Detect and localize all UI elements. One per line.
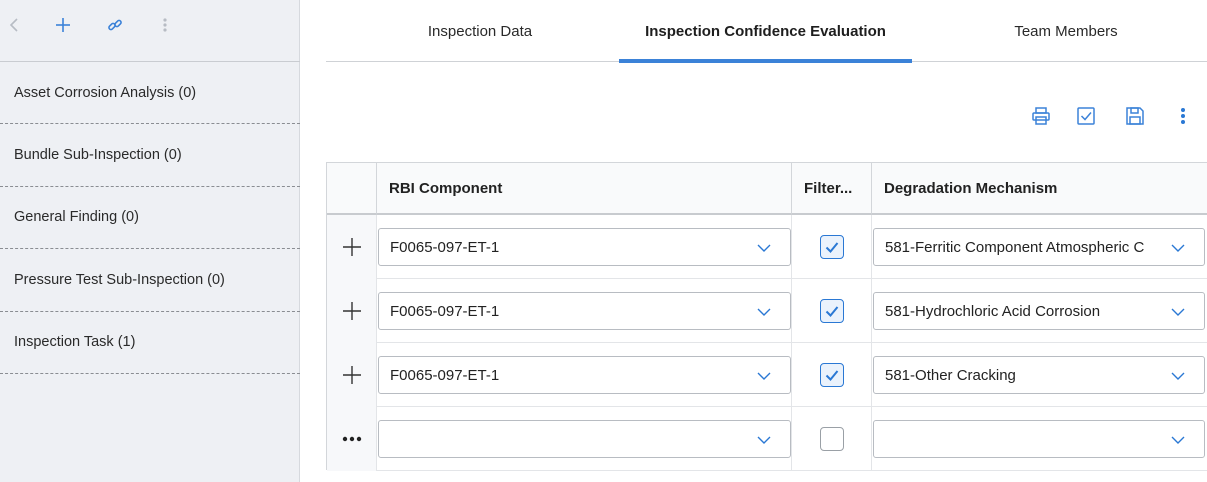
- app-root: Asset Corrosion Analysis (0) Bundle Sub-…: [0, 0, 1207, 482]
- check-button[interactable]: [1074, 104, 1098, 128]
- degradation-mechanism-dropdown[interactable]: 581-Other Cracking: [873, 356, 1205, 394]
- degradation-mechanism-dropdown[interactable]: 581-Hydrochloric Acid Corrosion: [873, 292, 1205, 330]
- data-grid: RBI Component Filter... Degradation Mech…: [326, 162, 1207, 471]
- rbi-component-cell: F0065-097-ET-1: [377, 215, 792, 279]
- rbi-component-dropdown[interactable]: F0065-097-ET-1: [378, 228, 791, 266]
- row-add-cell[interactable]: [327, 279, 377, 343]
- chevron-left-icon: [9, 18, 18, 32]
- checkmark-icon: [825, 306, 838, 317]
- filter-cell: [792, 407, 872, 471]
- checkmark-icon: [825, 370, 838, 381]
- sidebar-item-label: Inspection Task (1): [14, 334, 136, 351]
- horizontal-ellipsis-icon: [342, 436, 361, 442]
- degradation-mechanism-cell: 581-Ferritic Component Atmospheric C: [872, 215, 1207, 279]
- dropdown-value: F0065-097-ET-1: [390, 366, 500, 384]
- add-button[interactable]: [52, 14, 74, 36]
- print-button[interactable]: [1029, 104, 1053, 128]
- filter-cell: [792, 343, 872, 407]
- sidebar-list: Asset Corrosion Analysis (0) Bundle Sub-…: [0, 62, 300, 374]
- link-icon: [108, 19, 122, 31]
- column-header-degradation-mechanism[interactable]: Degradation Mechanism: [872, 163, 1207, 215]
- tab-label: Team Members: [1014, 22, 1118, 40]
- rbi-component-cell: [377, 407, 792, 471]
- column-header-label: RBI Component: [389, 179, 503, 197]
- table-row: F0065-097-ET-1 581-Hydrochloric Acid Cor…: [327, 279, 1207, 343]
- sidebar-item-label: Asset Corrosion Analysis (0): [14, 84, 197, 101]
- row-menu-cell[interactable]: [327, 407, 377, 471]
- column-header-label: Filter...: [804, 179, 853, 197]
- plus-icon: [342, 366, 361, 384]
- checkbox-icon: [1077, 107, 1095, 125]
- sidebar-item-label: General Finding (0): [14, 209, 139, 226]
- sidebar: Asset Corrosion Analysis (0) Bundle Sub-…: [0, 0, 300, 482]
- chevron-down-icon: [1171, 436, 1185, 444]
- chevron-down-icon: [1171, 308, 1185, 316]
- degradation-mechanism-cell: [872, 407, 1207, 471]
- dropdown-value: F0065-097-ET-1: [390, 302, 500, 320]
- column-header-label: Degradation Mechanism: [884, 179, 1058, 197]
- sidebar-item-asset-corrosion-analysis[interactable]: Asset Corrosion Analysis (0): [0, 62, 300, 125]
- tab-inspection-data[interactable]: Inspection Data: [326, 0, 634, 62]
- sidebar-item-label: Pressure Test Sub-Inspection (0): [14, 271, 225, 288]
- tab-bar: Inspection Data Inspection Confidence Ev…: [326, 0, 1207, 63]
- tab-inspection-confidence-evaluation[interactable]: Inspection Confidence Evaluation: [619, 0, 912, 63]
- filter-checkbox[interactable]: [819, 235, 844, 259]
- chevron-down-icon: [757, 436, 771, 444]
- dropdown-value: 581-Hydrochloric Acid Corrosion: [885, 302, 1101, 320]
- plus-icon: [342, 302, 361, 320]
- sidebar-item-pressure-test-sub-inspection[interactable]: Pressure Test Sub-Inspection (0): [0, 249, 300, 312]
- sidebar-item-bundle-sub-inspection[interactable]: Bundle Sub-Inspection (0): [0, 124, 300, 187]
- dropdown-value: 581-Ferritic Component Atmospheric C: [885, 238, 1145, 256]
- column-header-row-actions: [327, 163, 377, 215]
- chevron-down-icon: [757, 244, 771, 252]
- sidebar-toolbar: [0, 0, 300, 62]
- chevron-down-icon: [757, 308, 771, 316]
- checkmark-icon: [825, 242, 838, 253]
- degradation-mechanism-cell: 581-Hydrochloric Acid Corrosion: [872, 279, 1207, 343]
- main-panel: Inspection Data Inspection Confidence Ev…: [301, 0, 1207, 482]
- tab-label: Inspection Confidence Evaluation: [645, 22, 886, 40]
- degradation-mechanism-dropdown[interactable]: 581-Ferritic Component Atmospheric C: [873, 228, 1205, 266]
- plus-icon: [56, 18, 70, 32]
- more-button[interactable]: [154, 14, 176, 36]
- sidebar-item-general-finding[interactable]: General Finding (0): [0, 187, 300, 250]
- print-icon: [1032, 107, 1050, 125]
- row-add-cell[interactable]: [327, 343, 377, 407]
- filter-checkbox[interactable]: [819, 363, 844, 387]
- table-row-new: [327, 407, 1207, 471]
- back-button[interactable]: [3, 14, 25, 36]
- plus-icon: [342, 238, 361, 256]
- more-actions-button[interactable]: [1171, 104, 1195, 128]
- sidebar-item-label: Bundle Sub-Inspection (0): [14, 147, 182, 164]
- tab-team-members[interactable]: Team Members: [926, 0, 1206, 62]
- column-header-rbi-component[interactable]: RBI Component: [377, 163, 792, 215]
- chevron-down-icon: [757, 372, 771, 380]
- vertical-ellipsis-icon: [163, 18, 167, 32]
- degradation-mechanism-cell: 581-Other Cracking: [872, 343, 1207, 407]
- filter-checkbox[interactable]: [819, 299, 844, 323]
- row-add-cell[interactable]: [327, 215, 377, 279]
- vertical-ellipsis-icon: [1181, 108, 1185, 124]
- rbi-component-dropdown[interactable]: [378, 420, 791, 458]
- table-row: F0065-097-ET-1 581-Other Cracking: [327, 343, 1207, 407]
- rbi-component-dropdown[interactable]: F0065-097-ET-1: [378, 292, 791, 330]
- dropdown-value: F0065-097-ET-1: [390, 238, 500, 256]
- link-button[interactable]: [104, 14, 126, 36]
- chevron-down-icon: [1171, 372, 1185, 380]
- filter-checkbox[interactable]: [819, 427, 844, 451]
- filter-cell: [792, 215, 872, 279]
- table-row: F0065-097-ET-1 581-Ferritic Component At…: [327, 215, 1207, 279]
- chevron-down-icon: [1171, 244, 1185, 252]
- column-header-filter[interactable]: Filter...: [792, 163, 872, 215]
- tab-label: Inspection Data: [427, 22, 533, 40]
- dropdown-value: 581-Other Cracking: [885, 366, 1016, 384]
- degradation-mechanism-dropdown[interactable]: [873, 420, 1205, 458]
- save-icon: [1126, 107, 1144, 125]
- rbi-component-cell: F0065-097-ET-1: [377, 279, 792, 343]
- filter-cell: [792, 279, 872, 343]
- rbi-component-dropdown[interactable]: F0065-097-ET-1: [378, 356, 791, 394]
- save-button[interactable]: [1123, 104, 1147, 128]
- rbi-component-cell: F0065-097-ET-1: [377, 343, 792, 407]
- sidebar-item-inspection-task[interactable]: Inspection Task (1): [0, 312, 300, 374]
